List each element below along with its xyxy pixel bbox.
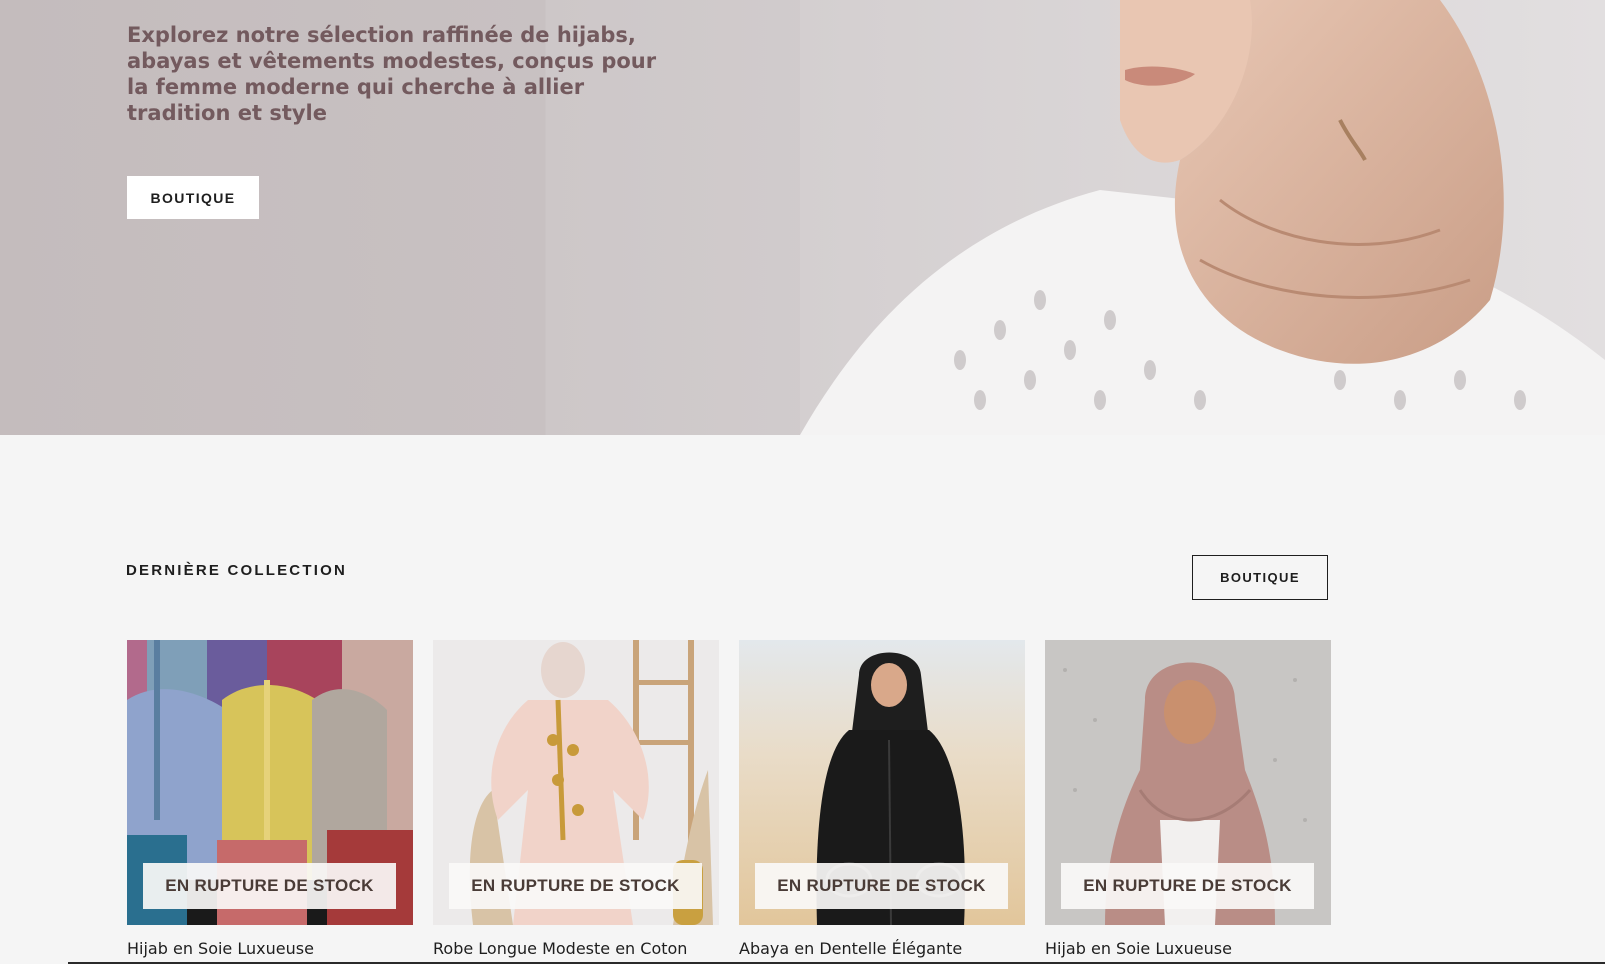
out-of-stock-badge: EN RUPTURE DE STOCK: [449, 863, 702, 909]
product-card[interactable]: EN RUPTURE DE STOCK Hijab en Soie Luxueu…: [1045, 640, 1331, 958]
product-name[interactable]: Robe Longue Modeste en Coton: [433, 939, 719, 958]
hero-shop-button[interactable]: BOUTIQUE: [127, 176, 259, 219]
product-image[interactable]: EN RUPTURE DE STOCK: [433, 640, 719, 925]
hero-tagline: Explorez notre sélection raffinée de hij…: [127, 23, 657, 125]
hero-banner: Explorez notre sélection raffinée de hij…: [0, 0, 1605, 435]
product-image[interactable]: EN RUPTURE DE STOCK: [739, 640, 1025, 925]
product-card[interactable]: EN RUPTURE DE STOCK Abaya en Dentelle Él…: [739, 640, 1025, 958]
collection-shop-button[interactable]: BOUTIQUE: [1192, 555, 1328, 600]
product-name[interactable]: Abaya en Dentelle Élégante: [739, 939, 1025, 958]
hero-model-photo: [800, 0, 1605, 435]
collection-title: DERNIÈRE COLLECTION: [126, 562, 347, 579]
product-name[interactable]: Hijab en Soie Luxueuse: [1045, 939, 1331, 958]
out-of-stock-badge: EN RUPTURE DE STOCK: [1061, 863, 1314, 909]
product-card[interactable]: EN RUPTURE DE STOCK Robe Longue Modeste …: [433, 640, 719, 958]
product-image[interactable]: EN RUPTURE DE STOCK: [127, 640, 413, 925]
product-image[interactable]: EN RUPTURE DE STOCK: [1045, 640, 1331, 925]
out-of-stock-badge: EN RUPTURE DE STOCK: [755, 863, 1008, 909]
out-of-stock-badge: EN RUPTURE DE STOCK: [143, 863, 396, 909]
product-card[interactable]: EN RUPTURE DE STOCK Hijab en Soie Luxueu…: [127, 640, 413, 958]
product-name[interactable]: Hijab en Soie Luxueuse: [127, 939, 413, 958]
